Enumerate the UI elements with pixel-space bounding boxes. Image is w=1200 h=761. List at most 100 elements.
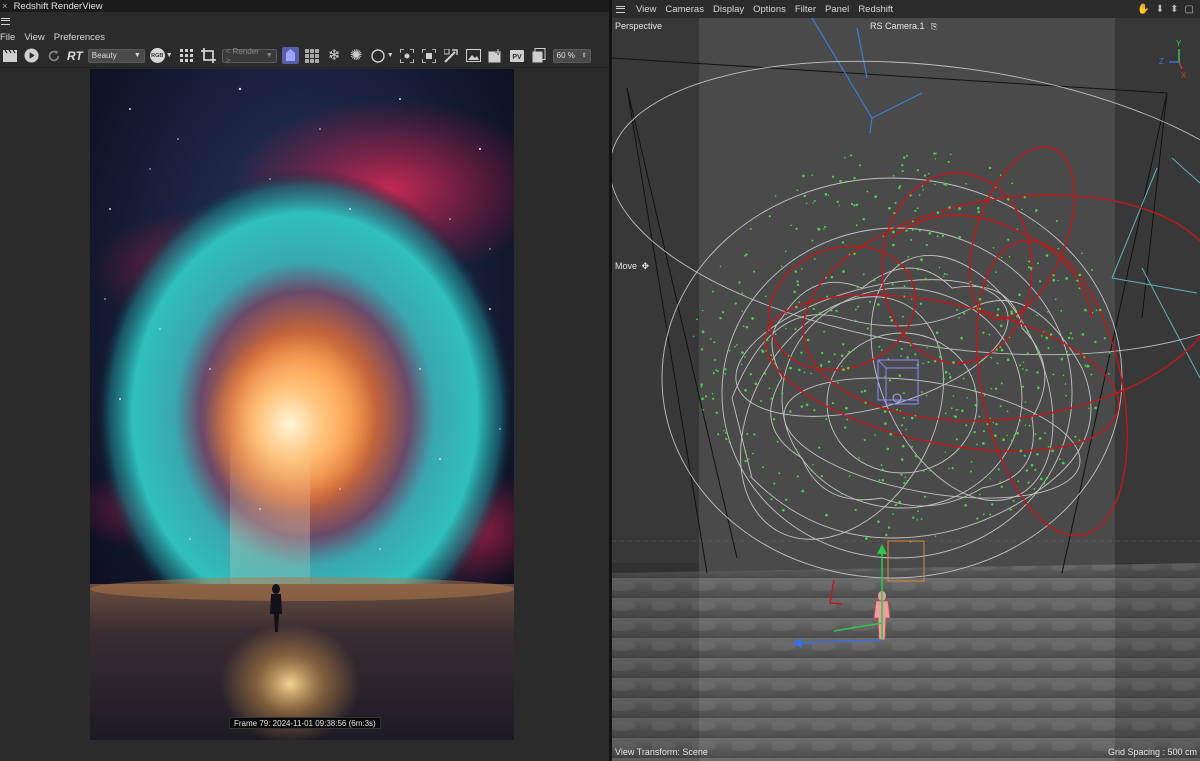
particle-point [717, 370, 719, 373]
axis-x-label: X [1181, 71, 1187, 80]
particle-point [965, 182, 968, 185]
menu-view[interactable]: View [636, 4, 656, 15]
grid-icon[interactable] [178, 47, 195, 64]
copy-icon[interactable] [531, 47, 548, 64]
camera-name[interactable]: RS Camera.1 ⎘ [870, 21, 937, 32]
particle-point [918, 194, 921, 196]
menu-filter[interactable]: Filter [795, 4, 816, 15]
particle-point [925, 243, 928, 247]
rt-label[interactable]: RT [67, 49, 83, 63]
grid-spacing-label: Grid Spacing : 500 cm [1107, 747, 1197, 757]
aov-select-value: Beauty [91, 51, 117, 60]
chevron-down-icon[interactable]: ▼ [387, 52, 394, 59]
particle-point [983, 394, 986, 397]
move-down-icon[interactable]: ⬇ [1156, 4, 1164, 15]
frame-icon[interactable]: ▢ [1185, 4, 1194, 15]
particle-point [725, 437, 728, 441]
application-window: × Redshift RenderView File View Preferen… [0, 0, 1200, 761]
close-icon[interactable]: × [2, 1, 8, 12]
viewport-3d-scene[interactable]: Y Z X Perspective RS Camera.1 ⎘ Move ✥ V… [612, 18, 1200, 761]
render-view-panel: × Redshift RenderView File View Preferen… [0, 0, 609, 761]
particle-point [943, 182, 947, 186]
particle-point [922, 318, 925, 321]
focus-icon[interactable] [399, 47, 416, 64]
particle-point [830, 309, 833, 312]
particle-point [866, 190, 869, 193]
render-select-value: < Render > [225, 46, 259, 65]
crop-alt-icon[interactable] [421, 47, 438, 64]
zoom-select[interactable]: 60 % ⇕ [552, 48, 591, 63]
image-icon[interactable] [465, 47, 482, 64]
hamburger-menu-icon[interactable] [616, 5, 625, 13]
particle-point [994, 186, 997, 189]
particle-point [992, 246, 995, 249]
refresh-icon[interactable] [45, 47, 62, 64]
particle-point [820, 363, 823, 367]
render-image[interactable] [90, 69, 514, 740]
render-select[interactable]: < Render > ▼ [221, 46, 277, 65]
rgb-badge[interactable]: RGB [149, 48, 165, 63]
snowflake-icon[interactable]: ❄ [326, 47, 343, 64]
particle-point [880, 464, 883, 467]
particle-point [784, 250, 787, 253]
particle-point [1017, 480, 1020, 483]
menu-options[interactable]: Options [753, 4, 786, 15]
menu-redshift[interactable]: Redshift [858, 4, 893, 15]
particle-point [1084, 364, 1087, 367]
menu-display[interactable]: Display [713, 4, 744, 15]
pr-icon[interactable]: PV [509, 47, 526, 64]
view-name[interactable]: Perspective [615, 21, 662, 31]
hamburger-menu-icon[interactable] [1, 17, 10, 25]
particle-point [941, 234, 945, 237]
particle-point [999, 405, 1002, 408]
particle-point [914, 353, 917, 356]
aov-select[interactable]: Beauty ▼ [87, 48, 145, 63]
particle-point [903, 285, 906, 288]
particle-point [831, 175, 835, 178]
particle-point [749, 373, 752, 376]
particle-point [1090, 268, 1093, 271]
particle-point [1043, 482, 1046, 485]
menu-view[interactable]: View [24, 32, 44, 43]
bucket-icon[interactable] [281, 47, 299, 64]
crop-icon[interactable] [200, 47, 217, 64]
zoom-arrows-icon[interactable]: ⬍ [1170, 4, 1178, 15]
magic-icon[interactable] [443, 47, 460, 64]
particle-point [840, 493, 843, 495]
particle-point [892, 230, 895, 234]
pan-icon[interactable]: ✋ [1137, 4, 1149, 15]
particle-point [1064, 383, 1067, 385]
grid-small-icon[interactable] [304, 47, 321, 64]
particle-point [1065, 394, 1067, 397]
camera-icon[interactable]: ⎘ [931, 22, 937, 31]
particle-point [751, 317, 754, 320]
particle-point [823, 330, 825, 333]
particle-point [907, 255, 910, 258]
axis-z-label: Z [1159, 57, 1164, 66]
particle-point [989, 478, 991, 480]
particle-point [999, 481, 1002, 484]
particle-point [827, 194, 830, 196]
add-image-icon[interactable] [487, 47, 504, 64]
clapperboard-icon[interactable] [1, 47, 18, 64]
particle-point [741, 351, 744, 354]
play-icon[interactable] [23, 47, 40, 64]
snowflake-alt-icon[interactable]: ✺ [348, 47, 365, 64]
particle-point [721, 311, 725, 314]
menu-preferences[interactable]: Preferences [54, 32, 105, 43]
circle-icon[interactable] [370, 47, 387, 64]
particle-point [862, 217, 865, 221]
menu-file[interactable]: File [0, 32, 15, 43]
chevron-down-icon[interactable]: ▼ [166, 52, 173, 59]
particle-point [960, 336, 963, 340]
particle-point [1045, 476, 1049, 480]
menu-cameras[interactable]: Cameras [665, 4, 704, 15]
particle-point [746, 432, 749, 435]
render-view-menubar: File View Preferences [0, 30, 609, 44]
particle-point [830, 275, 834, 279]
particle-point [850, 202, 854, 206]
particle-point [842, 270, 845, 273]
particle-point [914, 414, 917, 417]
menu-panel[interactable]: Panel [825, 4, 849, 15]
particle-point [944, 412, 947, 415]
